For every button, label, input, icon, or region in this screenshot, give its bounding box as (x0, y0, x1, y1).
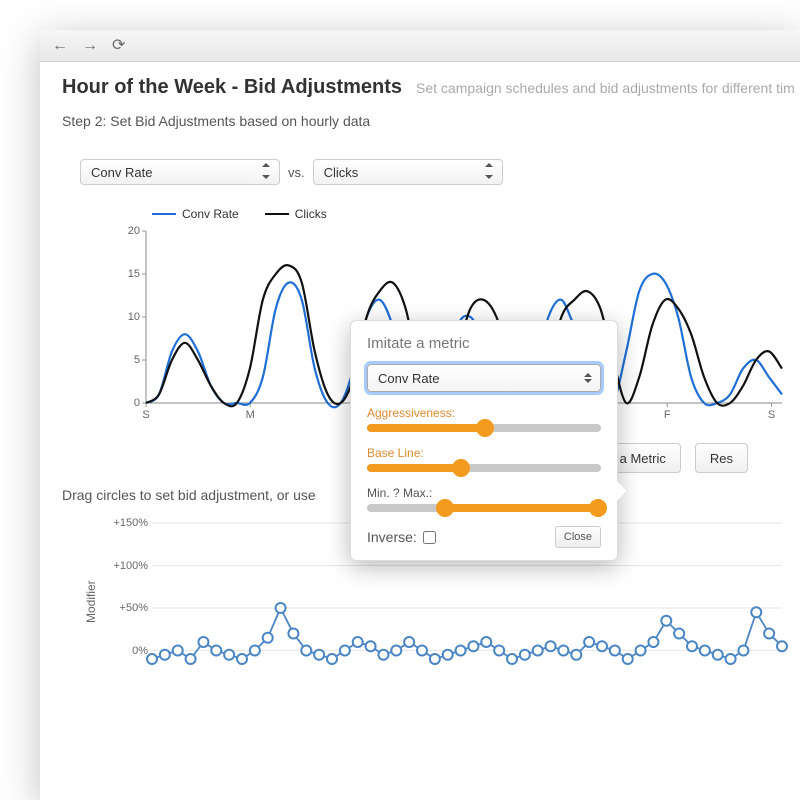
primary-metric-select[interactable]: Conv Rate (80, 159, 280, 185)
y-tick: 10 (120, 311, 140, 323)
close-button[interactable]: Close (555, 526, 601, 548)
modifier-handle[interactable] (713, 650, 723, 660)
reload-icon[interactable]: ⟳ (112, 38, 125, 54)
modifier-handle[interactable] (443, 650, 453, 660)
baseline-thumb[interactable] (452, 459, 470, 477)
modifier-handle[interactable] (700, 646, 710, 656)
modifier-handle[interactable] (546, 641, 556, 651)
modifier-handle[interactable] (648, 637, 658, 647)
inverse-checkbox[interactable] (423, 531, 436, 544)
page-title: Hour of the Week - Bid Adjustments (62, 76, 402, 99)
modifier-handle[interactable] (147, 654, 157, 664)
popover-metric-select[interactable]: Conv Rate (367, 364, 601, 392)
primary-metric-value: Conv Rate (91, 165, 152, 180)
x-tick: S (136, 409, 156, 421)
browser-toolbar: ← → ⟳ (40, 30, 800, 62)
aggressiveness-label: Aggressiveness: (367, 406, 601, 420)
secondary-metric-value: Clicks (324, 165, 359, 180)
baseline-label: Base Line: (367, 446, 601, 460)
metric-compare-row: Conv Rate vs. Clicks (80, 159, 800, 185)
modifier-handle[interactable] (430, 654, 440, 664)
modifier-axis-label: Modifier (84, 580, 98, 623)
x-tick: M (240, 409, 260, 421)
inverse-row: Inverse: (367, 529, 436, 545)
modifier-handle[interactable] (610, 646, 620, 656)
modifier-handle[interactable] (237, 654, 247, 664)
modifier-handle[interactable] (250, 646, 260, 656)
modifier-handle[interactable] (263, 633, 273, 643)
modifier-handle[interactable] (674, 629, 684, 639)
aggressiveness-thumb[interactable] (476, 419, 494, 437)
modifier-y-tick: +50% (106, 602, 148, 614)
app-window: ← → ⟳ Hour of the Week - Bid Adjustments… (40, 30, 800, 800)
modifier-handle[interactable] (160, 650, 170, 660)
modifier-handle[interactable] (558, 646, 568, 656)
modifier-handle[interactable] (391, 646, 401, 656)
modifier-handle[interactable] (623, 654, 633, 664)
modifier-handle[interactable] (726, 654, 736, 664)
modifier-handle[interactable] (173, 646, 183, 656)
modifier-handle[interactable] (481, 637, 491, 647)
page-subtitle: Set campaign schedules and bid adjustmen… (416, 80, 795, 96)
modifier-handle[interactable] (186, 654, 196, 664)
popover-title: Imitate a metric (367, 335, 601, 352)
forward-icon[interactable]: → (82, 38, 98, 54)
modifier-handle[interactable] (288, 629, 298, 639)
modifier-y-tick: 0% (106, 645, 148, 657)
modifier-handle[interactable] (314, 650, 324, 660)
y-tick: 15 (120, 268, 140, 280)
aggressiveness-slider[interactable] (367, 424, 601, 432)
modifier-handle[interactable] (301, 646, 311, 656)
range-slider[interactable] (367, 504, 601, 512)
baseline-slider[interactable] (367, 464, 601, 472)
y-tick: 0 (120, 397, 140, 409)
modifier-handle[interactable] (211, 646, 221, 656)
modifier-handle[interactable] (456, 646, 466, 656)
modifier-handle[interactable] (520, 650, 530, 660)
back-icon[interactable]: ← (52, 38, 68, 54)
modifier-handle[interactable] (764, 629, 774, 639)
modifier-handle[interactable] (468, 641, 478, 651)
modifier-handle[interactable] (276, 603, 286, 613)
modifier-handle[interactable] (404, 637, 414, 647)
x-tick: S (762, 409, 782, 421)
modifier-handle[interactable] (687, 641, 697, 651)
inverse-label: Inverse: (367, 529, 417, 545)
modifier-handle[interactable] (417, 646, 427, 656)
modifier-handle[interactable] (378, 650, 388, 660)
vs-label: vs. (288, 165, 305, 180)
modifier-handle[interactable] (198, 637, 208, 647)
modifier-handle[interactable] (661, 616, 671, 626)
range-min-thumb[interactable] (436, 499, 454, 517)
modifier-handle[interactable] (571, 650, 581, 660)
modifier-handle[interactable] (584, 637, 594, 647)
modifier-handle[interactable] (597, 641, 607, 651)
imitate-metric-popover: Imitate a metric Conv Rate Aggressivenes… (350, 320, 618, 561)
modifier-y-tick: +100% (106, 560, 148, 572)
step-label: Step 2: Set Bid Adjustments based on hou… (62, 113, 800, 129)
y-tick: 20 (120, 225, 140, 237)
modifier-handle[interactable] (751, 607, 761, 617)
modifier-handle[interactable] (224, 650, 234, 660)
modifier-y-tick: +150% (106, 517, 148, 529)
secondary-metric-select[interactable]: Clicks (313, 159, 503, 185)
modifier-handle[interactable] (636, 646, 646, 656)
modifier-handle[interactable] (327, 654, 337, 664)
modifier-handle[interactable] (507, 654, 517, 664)
modifier-handle[interactable] (777, 641, 787, 651)
range-max-thumb[interactable] (589, 499, 607, 517)
modifier-handle[interactable] (494, 646, 504, 656)
modifier-handle[interactable] (738, 646, 748, 656)
chevron-updown-icon (584, 373, 592, 383)
x-tick: F (657, 409, 677, 421)
y-tick: 5 (120, 354, 140, 366)
range-label: Min. ? Max.: (367, 486, 601, 500)
modifier-handle[interactable] (533, 646, 543, 656)
modifier-handle[interactable] (340, 646, 350, 656)
popover-metric-value: Conv Rate (378, 371, 439, 386)
modifier-handle[interactable] (366, 641, 376, 651)
modifier-handle[interactable] (353, 637, 363, 647)
